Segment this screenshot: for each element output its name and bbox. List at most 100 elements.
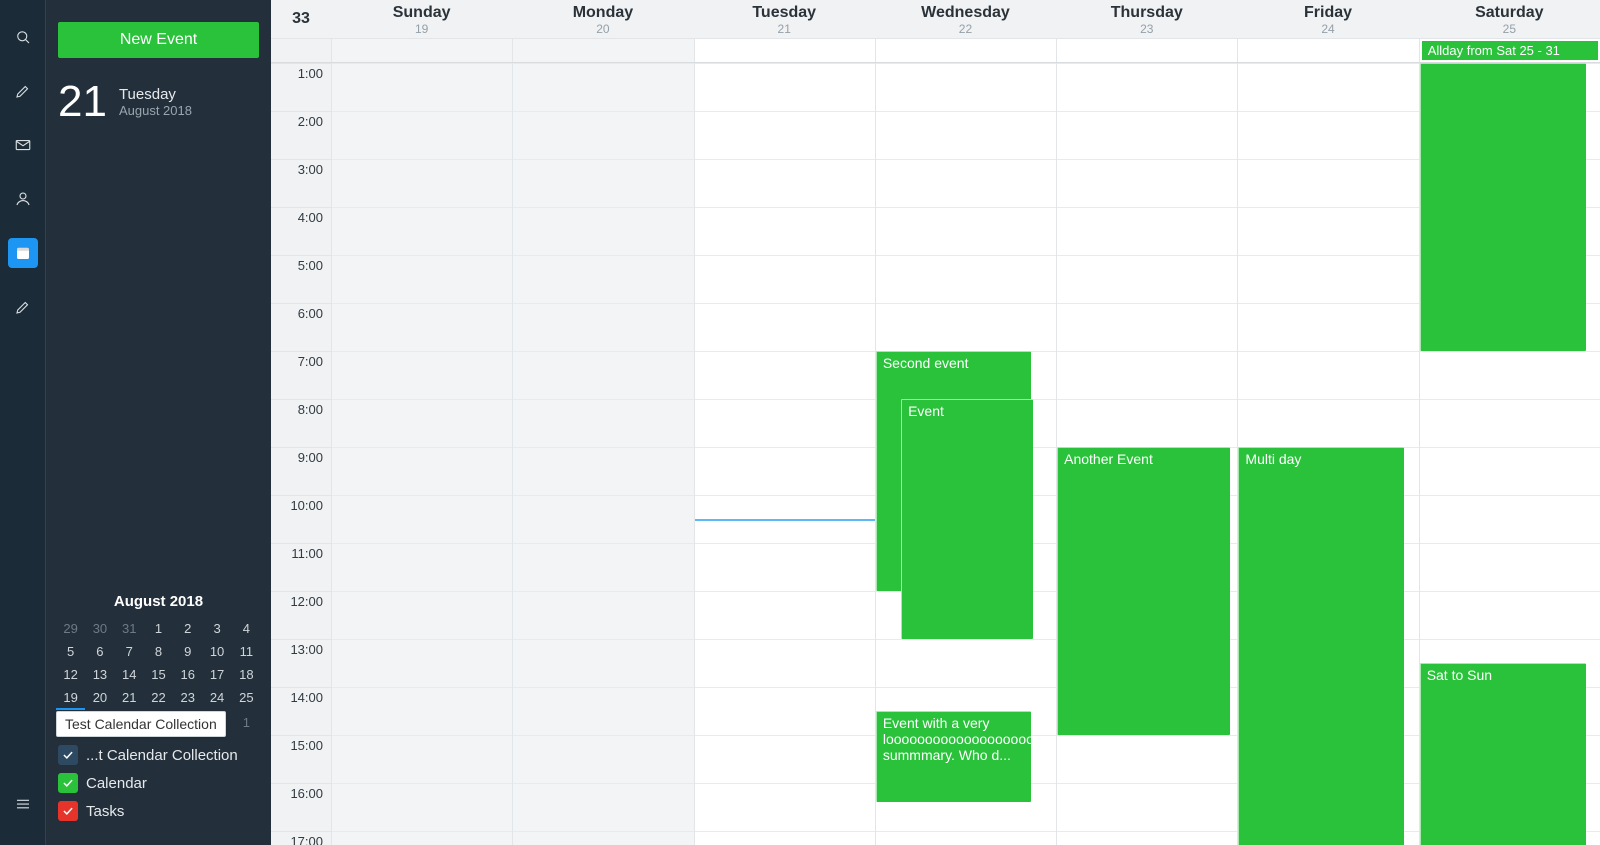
day-header[interactable]: Wednesday22 <box>875 0 1056 38</box>
mini-calendar-day[interactable]: 7 <box>115 641 144 662</box>
mini-calendar-day[interactable]: 10 <box>202 641 231 662</box>
time-label: 17:00 <box>271 831 331 845</box>
mini-calendar-day[interactable]: 18 <box>232 664 261 685</box>
checkbox-icon[interactable] <box>58 745 78 765</box>
day-header[interactable]: Thursday23 <box>1056 0 1237 38</box>
day-header[interactable]: Friday24 <box>1237 0 1418 38</box>
allday-cell[interactable]: Allday from Sat 25 - 31 <box>1419 39 1600 62</box>
menu-icon[interactable] <box>8 789 38 819</box>
current-day-number: 21 <box>58 80 107 124</box>
time-label: 13:00 <box>271 639 331 687</box>
mini-calendar-day[interactable]: 14 <box>115 664 144 685</box>
day-header[interactable]: Sunday19 <box>331 0 512 38</box>
day-header[interactable]: Tuesday21 <box>694 0 875 38</box>
notes-icon[interactable] <box>8 292 38 322</box>
mini-calendar-day[interactable]: 21 <box>115 687 144 710</box>
day-column[interactable]: Second eventEventEvent with a very loooo… <box>875 63 1056 845</box>
calendar-event[interactable]: Another Event <box>1057 447 1230 735</box>
mini-calendar-day[interactable]: 22 <box>144 687 173 710</box>
allday-cell[interactable] <box>512 39 693 62</box>
mini-calendar-day[interactable]: 25 <box>232 687 261 710</box>
day-column[interactable]: Multi day <box>1237 63 1418 845</box>
day-column[interactable] <box>694 63 875 845</box>
time-label: 12:00 <box>271 591 331 639</box>
calendar-label: ...t Calendar Collection <box>86 747 238 764</box>
day-header[interactable]: Monday20 <box>512 0 693 38</box>
new-event-button[interactable]: New Event <box>58 22 259 58</box>
time-label: 10:00 <box>271 495 331 543</box>
mini-calendar-day[interactable]: 1 <box>144 618 173 639</box>
calendar-event[interactable]: Sat to Sun <box>1420 663 1586 845</box>
mail-icon[interactable] <box>8 130 38 160</box>
time-label: 4:00 <box>271 207 331 255</box>
contacts-icon[interactable] <box>8 184 38 214</box>
calendar-event[interactable]: Event with a very looooooooooooooooooooo… <box>876 711 1031 802</box>
week-grid-scroll[interactable]: 1:002:003:004:005:006:007:008:009:0010:0… <box>271 63 1600 845</box>
time-label: 5:00 <box>271 255 331 303</box>
checkbox-icon[interactable] <box>58 801 78 821</box>
allday-cell[interactable] <box>875 39 1056 62</box>
allday-cell[interactable] <box>1056 39 1237 62</box>
day-header[interactable]: Saturday25 <box>1419 0 1600 38</box>
allday-cell[interactable] <box>331 39 512 62</box>
app-icon-rail <box>0 0 46 845</box>
time-label: 11:00 <box>271 543 331 591</box>
calendar-label: Tasks <box>86 803 124 820</box>
allday-cell[interactable] <box>694 39 875 62</box>
calendar-item[interactable]: Tasks <box>56 797 261 825</box>
checkbox-icon[interactable] <box>58 773 78 793</box>
mini-calendar-day[interactable]: 8 <box>144 641 173 662</box>
calendar-icon[interactable] <box>8 238 38 268</box>
mini-calendar-day[interactable]: 24 <box>202 687 231 710</box>
mini-calendar-day[interactable]: 2 <box>173 618 202 639</box>
calendar-event[interactable]: Multi day <box>1238 447 1404 845</box>
allday-row: Allday from Sat 25 - 31 <box>271 39 1600 63</box>
time-label: 14:00 <box>271 687 331 735</box>
mini-calendar-day[interactable]: 17 <box>202 664 231 685</box>
day-column[interactable]: Another Event <box>1056 63 1237 845</box>
mini-calendar-day[interactable]: 12 <box>56 664 85 685</box>
mini-calendar-day[interactable]: 4 <box>232 618 261 639</box>
calendar-item[interactable]: Calendar <box>56 769 261 797</box>
allday-cell[interactable] <box>1237 39 1418 62</box>
calendar-item[interactable]: ...t Calendar Collection <box>56 741 261 769</box>
mini-calendar-day[interactable]: 23 <box>173 687 202 710</box>
mini-calendar-day[interactable]: 29 <box>56 618 85 639</box>
calendar-event[interactable] <box>1420 63 1586 351</box>
time-label: 7:00 <box>271 351 331 399</box>
week-header: 33 Sunday19Monday20Tuesday21Wednesday22T… <box>271 0 1600 39</box>
allday-event[interactable]: Allday from Sat 25 - 31 <box>1422 41 1598 60</box>
day-column[interactable] <box>512 63 693 845</box>
mini-calendar-day[interactable]: 11 <box>232 641 261 662</box>
mini-calendar-day[interactable]: 15 <box>144 664 173 685</box>
mini-calendar-day[interactable]: 1 <box>232 712 261 733</box>
day-column[interactable] <box>331 63 512 845</box>
time-label: 16:00 <box>271 783 331 831</box>
mini-calendar-day[interactable]: 16 <box>173 664 202 685</box>
calendar-event[interactable]: Event <box>901 399 1033 639</box>
mini-calendar-day[interactable]: 5 <box>56 641 85 662</box>
edit-icon[interactable] <box>8 76 38 106</box>
mini-calendar-day[interactable]: 3 <box>202 618 231 639</box>
mini-calendar-day[interactable]: 13 <box>85 664 114 685</box>
current-month-year: August 2018 <box>119 103 192 118</box>
mini-calendar-day[interactable]: 30 <box>85 618 114 639</box>
time-label: 8:00 <box>271 399 331 447</box>
time-label: 2:00 <box>271 111 331 159</box>
time-label: 6:00 <box>271 303 331 351</box>
calendar-label: Calendar <box>86 775 147 792</box>
mini-calendar-day[interactable]: 20 <box>85 687 114 710</box>
mini-calendar-day[interactable]: 19 <box>56 687 85 710</box>
mini-calendar-day[interactable]: 9 <box>173 641 202 662</box>
calendar-tooltip: Test Calendar Collection <box>56 711 226 737</box>
time-label: 1:00 <box>271 63 331 111</box>
mini-calendar-day[interactable]: 31 <box>115 618 144 639</box>
time-label: 15:00 <box>271 735 331 783</box>
search-icon[interactable] <box>8 22 38 52</box>
mini-calendar-day[interactable]: 6 <box>85 641 114 662</box>
week-view: 33 Sunday19Monday20Tuesday21Wednesday22T… <box>271 0 1600 845</box>
day-column[interactable]: Sat to Sun <box>1419 63 1600 845</box>
time-label: 3:00 <box>271 159 331 207</box>
calendar-list: Test Calendar Collection ...t Calendar C… <box>46 739 271 833</box>
now-indicator <box>695 519 875 521</box>
